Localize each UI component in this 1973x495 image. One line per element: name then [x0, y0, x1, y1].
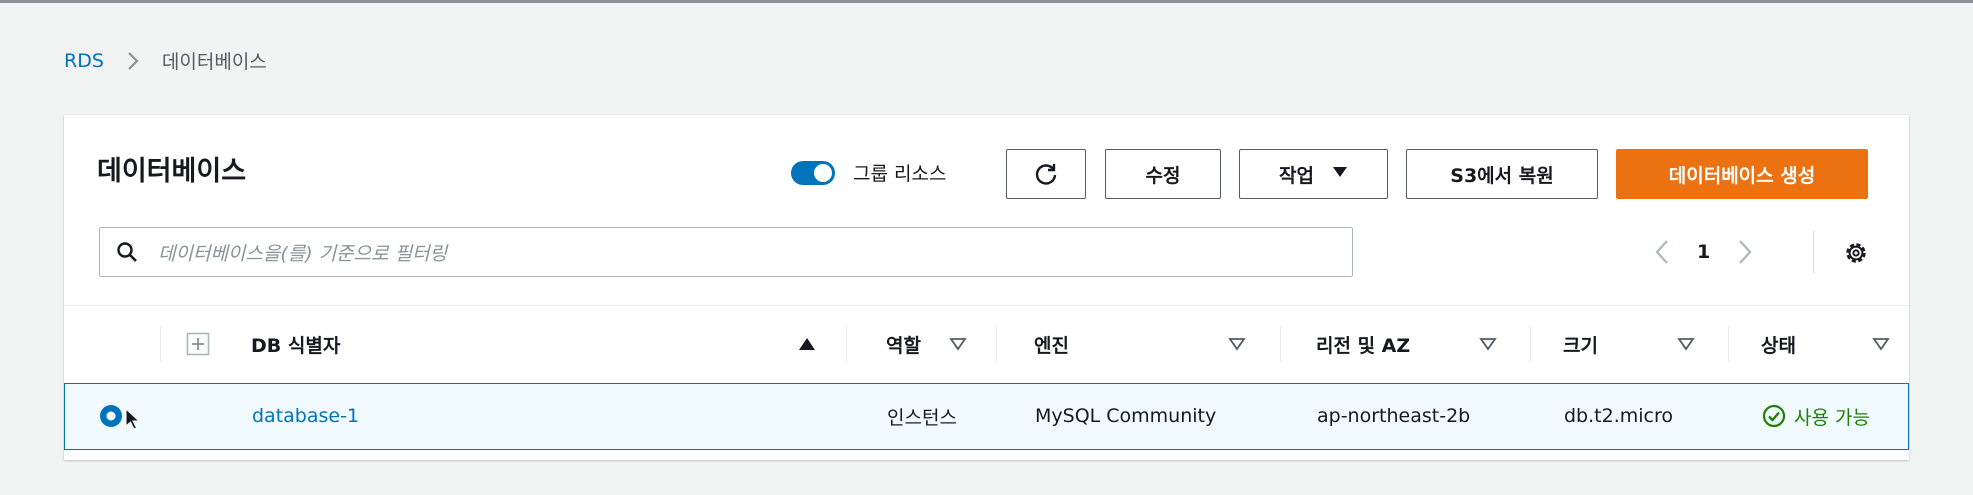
databases-panel: 데이터베이스 그룹 리소스 수정 작업 S3에서 복원 데이터베이스 생성 데이…: [64, 115, 1909, 460]
row-radio-selected[interactable]: [98, 403, 124, 429]
refresh-icon: [1033, 161, 1059, 187]
sort-icon[interactable]: [949, 337, 967, 351]
search-placeholder: 데이터베이스을(를) 기준으로 필터링: [158, 242, 448, 265]
group-resources-toggle-wrap: 그룹 리소스: [791, 159, 946, 186]
sort-icon[interactable]: [1872, 337, 1890, 351]
db-identifier[interactable]: database-1: [252, 405, 359, 427]
pagination: 1: [1654, 235, 1753, 269]
size-cell: db.t2.micro: [1564, 405, 1673, 427]
column-separator: [996, 326, 997, 362]
next-page-icon[interactable]: [1737, 238, 1753, 266]
mouse-pointer-icon: [125, 408, 141, 430]
caret-down-icon: [1332, 166, 1348, 182]
role-cell: 인스턴스: [887, 406, 957, 429]
table-header: DB 식별자 역할 엔진 리전 및 AZ 크기 상태: [64, 306, 1909, 382]
check-circle-icon: [1762, 404, 1786, 428]
sort-ascending-icon[interactable]: [798, 337, 816, 351]
column-header-size[interactable]: 크기: [1563, 306, 1598, 382]
top-border: [0, 0, 1973, 3]
pager-divider: [1813, 231, 1814, 273]
actions-label: 작업: [1279, 164, 1314, 187]
column-header-status[interactable]: 상태: [1761, 306, 1796, 382]
column-separator: [846, 326, 847, 362]
status-text: 사용 가능: [1794, 406, 1870, 429]
status-badge: 사용 가능: [1762, 403, 1870, 430]
column-header-db-identifier[interactable]: DB 식별자: [251, 306, 340, 382]
previous-page-icon[interactable]: [1654, 238, 1670, 266]
toggle-knob: [814, 163, 832, 182]
sort-icon[interactable]: [1677, 337, 1695, 351]
panel-title: 데이터베이스: [97, 156, 247, 187]
column-separator: [1530, 326, 1531, 362]
sort-icon[interactable]: [1479, 337, 1497, 351]
column-separator: [1280, 326, 1281, 362]
column-header-engine[interactable]: 엔진: [1034, 306, 1069, 382]
search-input[interactable]: 데이터베이스을(를) 기준으로 필터링: [99, 227, 1353, 277]
group-resources-toggle[interactable]: [791, 160, 835, 185]
actions-dropdown-button[interactable]: 작업: [1239, 149, 1388, 199]
expand-all-icon[interactable]: [186, 332, 210, 356]
restore-from-s3-button[interactable]: S3에서 복원: [1406, 149, 1598, 199]
search-icon: [116, 241, 138, 263]
refresh-button[interactable]: [1006, 149, 1086, 199]
breadcrumb-rds-link[interactable]: RDS: [64, 50, 104, 72]
column-header-region-az[interactable]: 리전 및 AZ: [1316, 306, 1410, 382]
gear-icon[interactable]: [1843, 240, 1869, 266]
sort-icon[interactable]: [1228, 337, 1246, 351]
current-page-number[interactable]: 1: [1697, 241, 1710, 263]
create-database-button[interactable]: 데이터베이스 생성: [1616, 149, 1868, 199]
column-separator: [1728, 326, 1729, 362]
column-header-role[interactable]: 역할: [886, 306, 921, 382]
column-separator: [160, 326, 161, 362]
breadcrumb-current: 데이터베이스: [161, 51, 267, 73]
chevron-right-icon: [126, 50, 140, 72]
table-row[interactable]: database-1 인스턴스 MySQL Community ap-north…: [64, 383, 1909, 450]
engine-cell: MySQL Community: [1035, 405, 1217, 427]
edit-button[interactable]: 수정: [1105, 149, 1221, 199]
region-az-cell: ap-northeast-2b: [1317, 405, 1471, 427]
group-resources-label: 그룹 리소스: [853, 163, 947, 185]
status-cell: 사용 가능: [1762, 384, 1870, 448]
breadcrumb: RDS 데이터베이스: [64, 47, 267, 74]
db-identifier-link[interactable]: database-1: [252, 384, 359, 448]
